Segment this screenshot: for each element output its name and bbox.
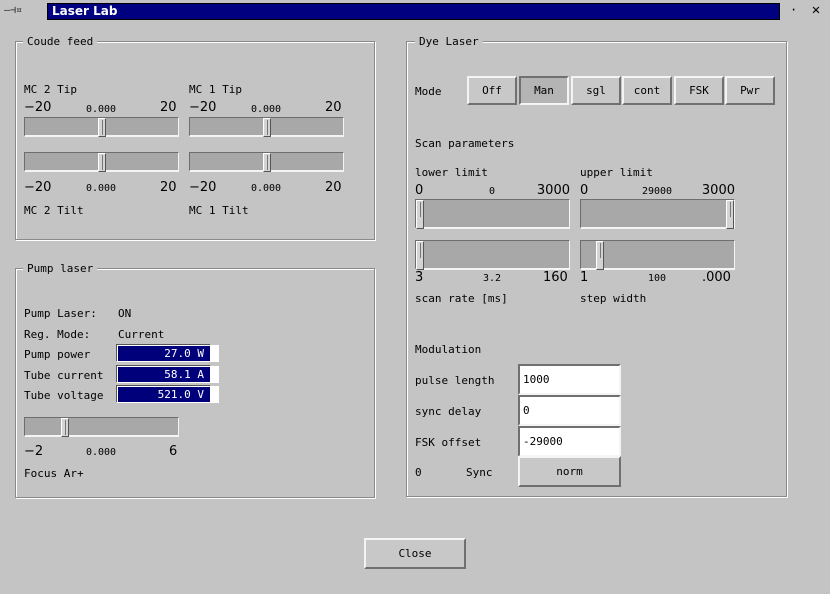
focus-min: −2	[24, 444, 44, 459]
mc2-tip-thumb[interactable]	[98, 118, 106, 137]
lower-limit-max: 3000	[537, 183, 570, 198]
step-width-value: 100	[647, 273, 667, 284]
mc2-tip-slider[interactable]	[24, 117, 179, 137]
scan-rate-max: 160	[543, 270, 568, 285]
scan-rate-value: 3.2	[482, 273, 502, 284]
step-width-label: step width	[580, 292, 647, 305]
lower-limit-value: 0	[488, 186, 496, 197]
mc1-tip-min: −20	[189, 100, 217, 115]
lower-limit-min: 0	[415, 183, 424, 198]
close-button[interactable]: Close	[364, 538, 466, 569]
mode-sgl-button[interactable]: sgl	[571, 76, 621, 105]
mc1-tilt-slider[interactable]	[189, 152, 344, 172]
mc2-tilt-value: 0.000	[85, 183, 117, 194]
tube-voltage-readout: 521.0 V	[117, 386, 211, 403]
pump-laser-value: ON	[118, 307, 132, 320]
lower-limit-thumb[interactable]	[416, 200, 424, 229]
focus-value: 0.000	[85, 447, 117, 458]
sync-mode-button[interactable]: norm	[518, 456, 621, 487]
mode-cont-button[interactable]: cont	[622, 76, 672, 105]
focus-thumb[interactable]	[61, 418, 69, 437]
pump-power-label: Pump power	[24, 348, 91, 361]
window-minimize-icon[interactable]: ·	[790, 3, 800, 17]
tube-current-label: Tube current	[24, 369, 104, 382]
fsk-offset-input[interactable]	[518, 426, 621, 457]
mc2-tilt-max: 20	[160, 180, 177, 195]
upper-limit-min: 0	[580, 183, 589, 198]
mode-pwr-button[interactable]: Pwr	[725, 76, 775, 105]
step-width-slider[interactable]	[580, 240, 735, 270]
pump-power-readout-end	[211, 345, 219, 362]
mode-label: Mode	[415, 85, 442, 98]
focus-slider[interactable]	[24, 417, 179, 437]
mc1-tip-label: MC 1 Tip	[189, 83, 242, 96]
mc1-tilt-thumb[interactable]	[263, 153, 271, 172]
mc2-tip-min: −20	[24, 100, 52, 115]
step-width-max: .000	[702, 270, 731, 285]
upper-limit-value: 29000	[641, 186, 673, 197]
mc2-tip-value: 0.000	[85, 104, 117, 115]
modulation-title: Modulation	[415, 343, 482, 356]
scan-rate-thumb[interactable]	[416, 241, 424, 270]
tube-current-readout-end	[211, 366, 219, 383]
upper-limit-thumb[interactable]	[726, 200, 734, 229]
reg-mode-value: Current	[118, 328, 165, 341]
upper-limit-slider[interactable]	[580, 199, 735, 229]
mc1-tip-slider[interactable]	[189, 117, 344, 137]
mc1-tilt-value: 0.000	[250, 183, 282, 194]
reg-mode-label: Reg. Mode:	[24, 328, 91, 341]
window-menu-icon[interactable]: —⊣¤	[4, 5, 34, 17]
mc1-tilt-max: 20	[325, 180, 342, 195]
tube-current-readout: 58.1 A	[117, 366, 211, 383]
scan-parameters-title: Scan parameters	[415, 137, 515, 150]
step-width-min: 1	[580, 270, 589, 285]
upper-limit-label: upper limit	[580, 166, 653, 179]
mode-off-button[interactable]: Off	[467, 76, 517, 105]
sync-label: Sync	[466, 466, 493, 479]
pump-laser-title: Pump laser	[23, 262, 98, 275]
mc2-tip-max: 20	[160, 100, 177, 115]
mc2-tip-label: MC 2 Tip	[24, 83, 77, 96]
mc1-tilt-label: MC 1 Tilt	[189, 204, 249, 217]
scan-rate-label: scan rate [ms]	[415, 292, 508, 305]
pump-power-readout: 27.0 W	[117, 345, 211, 362]
scan-rate-min: 3	[415, 270, 424, 285]
mc2-tilt-thumb[interactable]	[98, 153, 106, 172]
window-title: Laser Lab	[47, 3, 780, 20]
window-close-icon[interactable]: ✕	[808, 2, 824, 18]
coude-feed-title: Coude feed	[23, 35, 98, 48]
step-width-thumb[interactable]	[596, 241, 604, 270]
mc2-tilt-label: MC 2 Tilt	[24, 204, 84, 217]
tube-voltage-readout-end	[211, 386, 219, 403]
pump-laser-group	[15, 268, 375, 498]
lower-limit-slider[interactable]	[415, 199, 570, 229]
mc2-tilt-min: −20	[24, 180, 52, 195]
mc1-tip-thumb[interactable]	[263, 118, 271, 137]
scan-rate-slider[interactable]	[415, 240, 570, 270]
tube-voltage-label: Tube voltage	[24, 389, 104, 402]
mode-fsk-button[interactable]: FSK	[674, 76, 724, 105]
pump-laser-label: Pump Laser:	[24, 307, 97, 320]
fsk-offset-label: FSK offset	[415, 436, 482, 449]
mc1-tilt-min: −20	[189, 180, 217, 195]
focus-max: 6	[169, 444, 178, 459]
focus-label: Focus Ar+	[24, 467, 84, 480]
sync-count: 0	[415, 466, 422, 479]
mc2-tilt-slider[interactable]	[24, 152, 179, 172]
mc1-tip-value: 0.000	[250, 104, 282, 115]
mc1-tip-max: 20	[325, 100, 342, 115]
dye-laser-title: Dye Laser	[415, 35, 483, 48]
sync-delay-input[interactable]	[518, 395, 621, 426]
upper-limit-max: 3000	[702, 183, 735, 198]
pulse-length-input[interactable]	[518, 364, 621, 395]
lower-limit-label: lower limit	[415, 166, 488, 179]
sync-delay-label: sync delay	[415, 405, 482, 418]
pulse-length-label: pulse length	[415, 374, 495, 387]
mode-man-button[interactable]: Man	[519, 76, 569, 105]
